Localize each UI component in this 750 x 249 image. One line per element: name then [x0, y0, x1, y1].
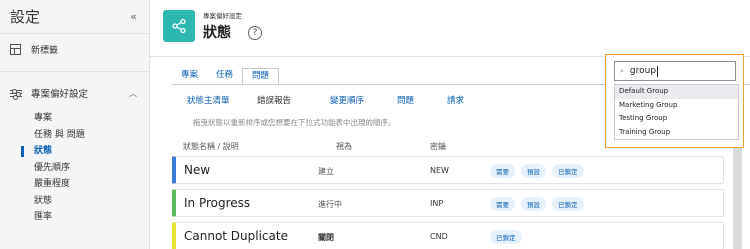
status-key: NEW — [430, 166, 449, 175]
status-name: In Progress — [184, 196, 251, 210]
sliders-icon — [10, 88, 22, 100]
settings-sidebar: 設定 « 新標籤 專案偏好設定 ︿ 專案 任務 與 問題 狀態 優先順序 嚴重程… — [0, 0, 150, 249]
option-default-group[interactable]: Default Group — [615, 85, 738, 99]
option-training-group[interactable]: Training Group — [615, 126, 738, 140]
group-search-popup: ⌕ group Default Group Marketing Group Te… — [605, 54, 744, 148]
status-key: CND — [430, 232, 448, 241]
collapse-sidebar-icon[interactable]: « — [130, 10, 137, 23]
sidebar-item-projects[interactable]: 專案 — [0, 110, 149, 127]
sidebar-new-label: 新標籤 — [31, 45, 59, 56]
status-app-icon — [163, 10, 195, 42]
page-title: 狀態 — [203, 25, 231, 41]
status-row[interactable]: Cannot Duplicate 關閉 CND 已鎖定 — [172, 222, 724, 249]
group-options-list: Default Group Marketing Group Testing Gr… — [614, 84, 739, 140]
sidebar-divider — [0, 71, 149, 72]
sidebar-item-severities[interactable]: 嚴重程度 — [0, 176, 149, 193]
sidebar-item-exchange-rates[interactable]: 匯率 — [0, 209, 149, 226]
status-name: New — [184, 163, 211, 177]
page-header: 專案偏好設定 狀態 — [163, 10, 242, 42]
option-marketing-group[interactable]: Marketing Group — [615, 99, 738, 113]
page-subtitle: 專案偏好設定 — [203, 12, 242, 20]
locked-badge: 已鎖定 — [552, 164, 584, 178]
locked-badge: 已鎖定 — [490, 230, 522, 244]
status-view: 建立 — [318, 167, 334, 176]
sidebar-group-project-preferences[interactable]: 專案偏好設定 ︿ — [0, 80, 149, 106]
subtab-issue[interactable]: 問題 — [397, 94, 414, 106]
status-view: 進行中 — [318, 200, 342, 209]
sidebar-item-priorities[interactable]: 優先順序 — [0, 160, 149, 177]
column-header-name: 狀態名稱 / 說明 — [183, 142, 239, 151]
help-icon[interactable]: ? — [248, 26, 262, 40]
sidebar-group-label: 專案偏好設定 — [31, 89, 89, 100]
sidebar-item-new-label[interactable]: 新標籤 — [0, 37, 149, 61]
status-view: 關閉 — [318, 233, 334, 242]
tab-projects[interactable]: 專案 — [172, 68, 207, 85]
sidebar-header: 設定 « — [0, 0, 149, 34]
required-badge: 需要 — [490, 164, 515, 178]
group-search-input[interactable]: ⌕ group — [614, 61, 736, 81]
status-key: INP — [430, 199, 444, 208]
status-name: Cannot Duplicate — [184, 229, 288, 243]
search-icon: ⌕ — [620, 66, 624, 75]
object-tabs: 專案 任務 問題 — [172, 68, 280, 85]
column-header-key: 密鑰 — [430, 142, 446, 151]
locked-badge: 已鎖定 — [552, 197, 584, 211]
option-testing-group[interactable]: Testing Group — [615, 112, 738, 126]
sidebar-item-status[interactable]: 狀態 — [0, 193, 149, 210]
reorder-hint: 拖曳狀態以重新排序或您想要在下拉式功能表中出現的順序。 — [193, 118, 396, 127]
chevron-up-icon: ︿ — [129, 88, 137, 98]
sidebar-items: 專案 任務 與 問題 狀態 優先順序 嚴重程度 狀態 匯率 — [0, 110, 149, 226]
default-badge: 預設 — [521, 164, 546, 178]
column-header-view: 視為 — [336, 142, 352, 151]
layout-icon — [10, 43, 21, 55]
subtab-bug-report[interactable]: 錯誤報告 — [257, 94, 291, 106]
tab-issues[interactable]: 問題 — [242, 68, 280, 85]
subtab-change-order[interactable]: 變更順序 — [330, 94, 364, 106]
tab-tasks[interactable]: 任務 — [207, 68, 242, 85]
required-badge: 需要 — [490, 197, 515, 211]
text-caret — [657, 65, 659, 77]
sidebar-item-tasks-issues[interactable]: 任務 與 問題 — [0, 127, 149, 144]
subtab-request[interactable]: 請求 — [447, 94, 464, 106]
status-row[interactable]: New 建立 NEW 需要 預設 已鎖定 — [172, 156, 724, 184]
subtab-status-master-list[interactable]: 狀態主清單 — [187, 94, 230, 106]
default-badge: 預設 — [521, 197, 546, 211]
sidebar-item-statuses[interactable]: 狀態 — [0, 143, 149, 160]
sidebar-title: 設定 — [10, 8, 41, 26]
search-query: group — [629, 66, 657, 76]
status-row[interactable]: In Progress 進行中 INP 需要 預設 已鎖定 — [172, 189, 724, 217]
